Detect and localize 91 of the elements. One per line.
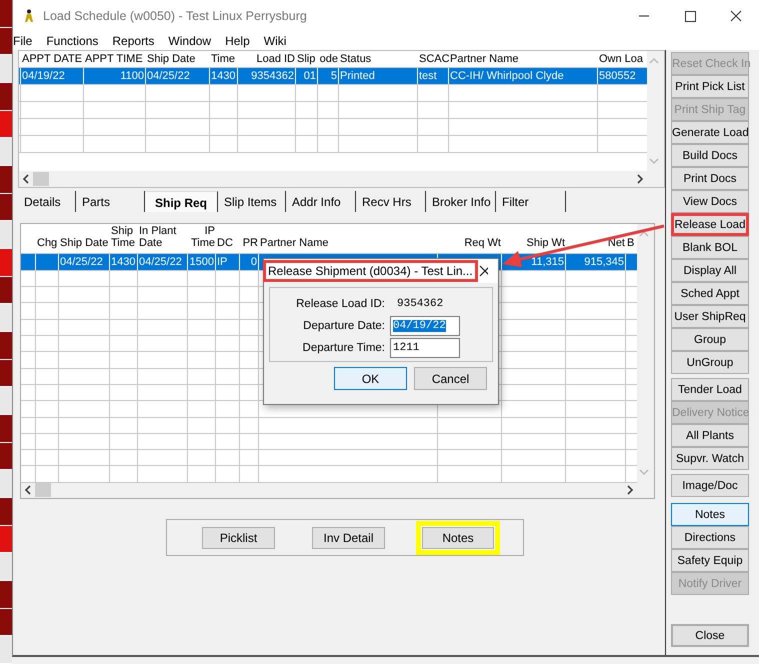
table-cell: test <box>419 70 437 82</box>
table-cell: 04/25/22 <box>60 256 103 268</box>
side-button[interactable]: Notes <box>671 503 749 526</box>
side-button[interactable]: User ShipReq <box>671 305 749 328</box>
side-button[interactable]: Display All <box>671 259 749 282</box>
column-header[interactable]: Partner Name <box>449 51 598 67</box>
scrollbar-thumb[interactable] <box>35 483 51 498</box>
column-header[interactable]: Ship Wt <box>526 236 565 249</box>
column-header[interactable]: IP Time <box>189 224 215 249</box>
column-header[interactable]: Ship Date <box>60 236 108 249</box>
side-button[interactable]: Build Docs <box>671 144 749 167</box>
figure-icon <box>23 9 35 23</box>
side-button[interactable]: Blank BOL <box>671 236 749 259</box>
column-header[interactable]: DC <box>217 236 233 249</box>
menu-item[interactable]: Window <box>168 34 212 48</box>
table-cell: 5 <box>330 70 337 82</box>
side-button[interactable]: Safety Equip <box>671 549 749 572</box>
table-row[interactable]: 04/19/22 1100 04/25/22 1430 9354362 01 5 Printed test CC-IH/ Whirlpool Clyde 580552 <box>19 68 647 85</box>
side-button[interactable]: Sched Appt <box>671 282 749 305</box>
load-id-value: 9354362 <box>397 298 444 310</box>
table-cell: 04/25/22 <box>139 256 182 268</box>
column-header[interactable]: SCAC <box>418 51 449 67</box>
table-cell: 1100 <box>120 70 144 82</box>
menu-item[interactable]: Functions <box>46 34 98 48</box>
side-button[interactable]: Tender Load <box>671 378 749 401</box>
side-button[interactable]: UnGroup <box>671 351 749 374</box>
vertical-scrollbar[interactable] <box>637 224 654 498</box>
table-cell: 1500 <box>190 256 214 268</box>
field-label: Departure Time: <box>302 342 386 354</box>
side-button[interactable]: Print Pick List <box>671 75 749 98</box>
dialog-button[interactable]: Cancel <box>414 367 487 390</box>
column-header[interactable]: Req Wt <box>464 236 501 249</box>
field-label: Release Load ID: <box>295 298 386 310</box>
menu-item[interactable]: Wiki <box>264 34 286 48</box>
scrollbar-thumb[interactable] <box>33 172 49 186</box>
vertical-scrollbar[interactable] <box>647 51 664 187</box>
column-header[interactable]: APPT TIME <box>84 51 146 67</box>
column-header[interactable]: In Plant Date <box>139 224 187 249</box>
horizontal-scrollbar[interactable] <box>21 482 637 498</box>
dialog-button[interactable]: OK <box>334 367 407 390</box>
input-field[interactable]: 04/19/22 <box>390 316 460 336</box>
field-label: Departure Date: <box>302 320 386 332</box>
menu-item[interactable]: File <box>13 34 32 48</box>
column-header[interactable]: Ship Date <box>146 51 210 67</box>
horizontal-scrollbar[interactable] <box>19 171 647 187</box>
window-title: Load Schedule (w0050) - Test Linux Perrysburg <box>43 9 307 23</box>
column-header[interactable]: ode <box>318 51 339 67</box>
close-button[interactable]: Close <box>671 624 749 647</box>
column-header[interactable]: B <box>627 236 634 249</box>
table-cell: 04/25/22 <box>147 70 190 82</box>
table-cell: CC-IH/ Whirlpool Clyde <box>450 70 564 82</box>
column-header[interactable]: Slip <box>296 51 318 67</box>
menu-item[interactable]: Reports <box>112 34 154 48</box>
table-cell: 915,345 <box>584 256 624 268</box>
table-cell: 0 <box>250 256 257 268</box>
side-button[interactable]: Supvr. Watch <box>671 447 749 470</box>
column-header[interactable]: Status <box>339 51 418 67</box>
side-button[interactable]: Directions <box>671 526 749 549</box>
table-cell: 1430 <box>111 256 136 268</box>
column-header[interactable]: APPT DATE <box>21 51 84 67</box>
column-header[interactable]: Ship Time <box>111 224 137 249</box>
close-icon[interactable] <box>478 264 488 278</box>
panel-button[interactable]: Inv Detail <box>312 526 385 548</box>
table-cell: 9354362 <box>251 70 294 82</box>
column-header[interactable]: Time <box>210 51 238 67</box>
table-cell: Printed <box>340 70 375 82</box>
input-field[interactable]: 1211 <box>390 338 460 358</box>
dialog-title: Release Shipment (d0034) - Test Lin... <box>263 260 478 282</box>
side-button[interactable]: Release Load <box>671 213 749 236</box>
side-button[interactable]: Print Docs <box>671 167 749 190</box>
side-button[interactable]: Image/Doc <box>671 474 749 497</box>
column-header[interactable]: Load ID <box>238 51 296 67</box>
side-button[interactable]: All Plants <box>671 424 749 447</box>
panel-button[interactable]: Picklist <box>202 526 275 548</box>
side-button[interactable]: Group <box>671 328 749 351</box>
side-button[interactable]: View Docs <box>671 190 749 213</box>
table-cell: 580552 <box>599 70 636 82</box>
column-header[interactable]: Net <box>608 236 625 249</box>
tab[interactable]: Ship Req <box>145 191 218 212</box>
menu-item[interactable]: Help <box>225 34 250 48</box>
table-cell: IP <box>217 256 228 268</box>
side-button[interactable]: Generate Load <box>671 121 749 144</box>
table-cell: 1430 <box>211 70 236 82</box>
column-header[interactable]: Own Loa <box>598 51 647 67</box>
column-header[interactable]: PR <box>242 236 258 249</box>
column-header[interactable]: Chg <box>37 236 58 249</box>
table-cell: 01 <box>304 70 316 82</box>
table-cell: 04/19/22 <box>22 70 65 82</box>
column-header[interactable]: Partner Name <box>260 236 328 249</box>
panel-button[interactable]: Notes <box>416 520 500 554</box>
table-cell: 11,315 <box>531 256 564 268</box>
